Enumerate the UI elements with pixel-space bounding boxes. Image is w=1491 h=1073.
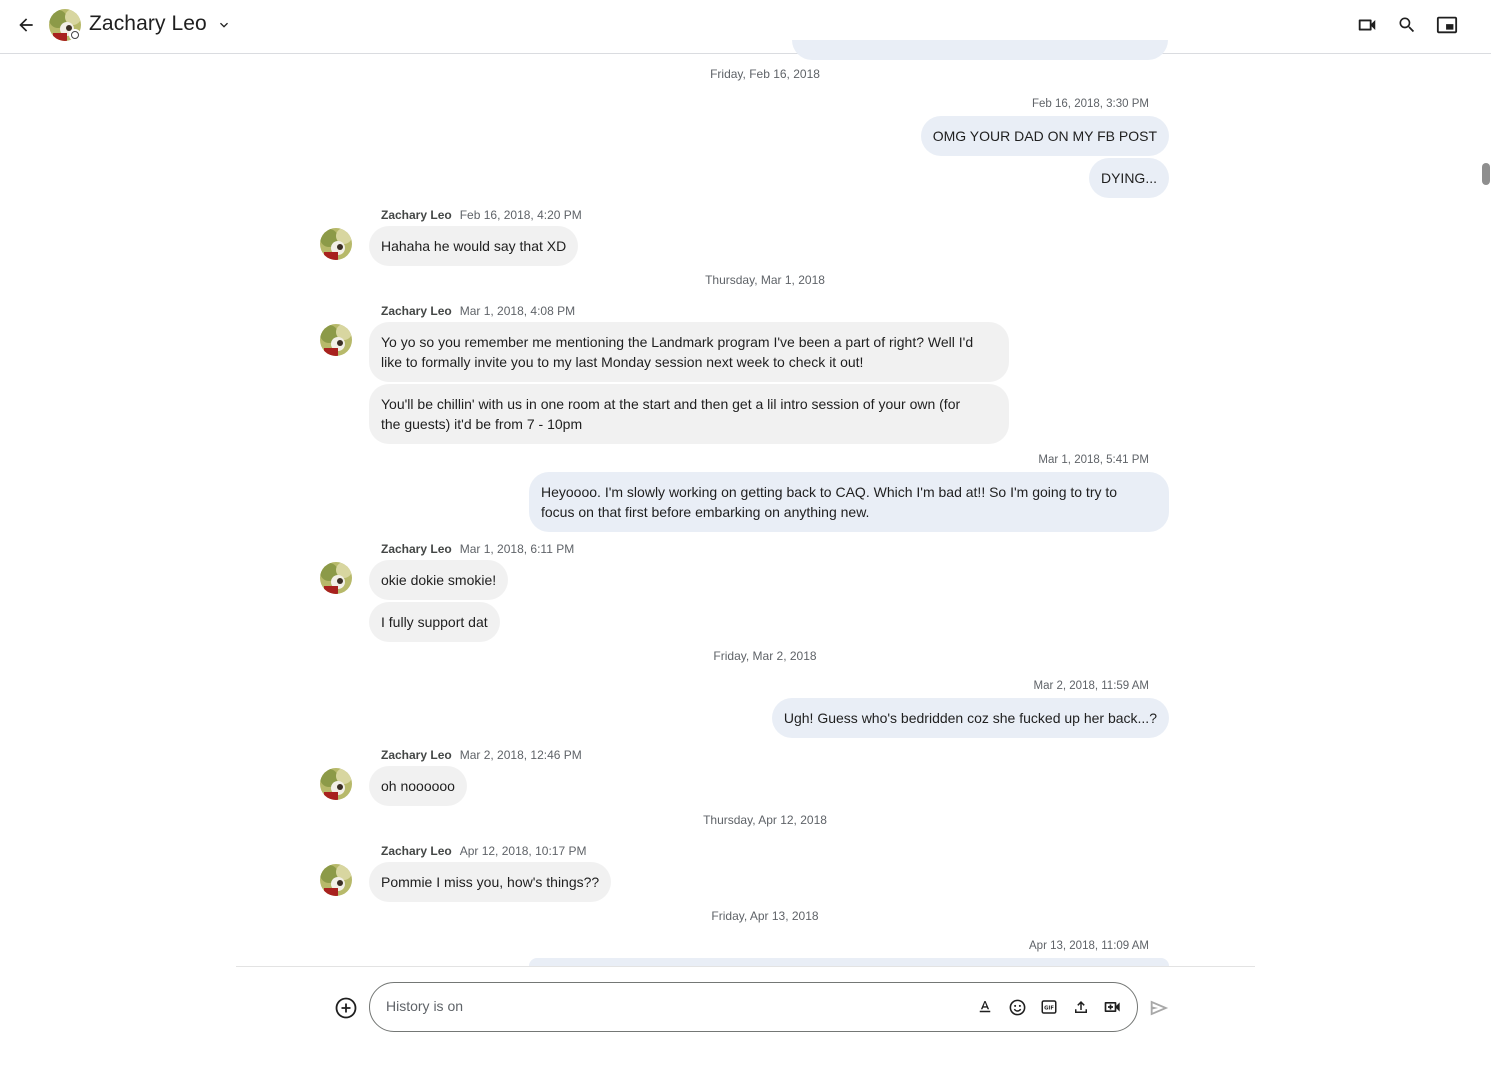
sender-name: Zachary Leo	[381, 304, 452, 318]
send-icon[interactable]	[1147, 996, 1171, 1020]
incoming-message[interactable]: You'll be chillin' with us in one room a…	[369, 384, 1009, 444]
sender-name: Zachary Leo	[381, 748, 452, 762]
upload-icon[interactable]	[1070, 996, 1092, 1018]
incoming-message[interactable]: Yo yo so you remember me mentioning the …	[369, 322, 1009, 382]
message-timestamp: Mar 1, 2018, 5:41 PM	[1038, 454, 1149, 466]
message-header: Zachary Leo Feb 16, 2018, 4:20 PM	[381, 208, 582, 222]
incoming-message[interactable]: Pommie I miss you, how's things??	[369, 862, 612, 902]
outgoing-message[interactable]: OMG YOUR DAD ON MY FB POST	[920, 116, 1169, 156]
contact-avatar[interactable]	[49, 9, 81, 41]
chevron-down-icon[interactable]	[216, 17, 232, 33]
contact-name[interactable]: Zachary Leo	[89, 12, 207, 36]
svg-text:GIF: GIF	[1044, 1005, 1054, 1011]
message-bubble-partial[interactable]	[792, 40, 1168, 60]
outgoing-message[interactable]: DYING...	[1088, 158, 1169, 198]
incoming-message[interactable]: I fully support dat	[369, 602, 500, 642]
message-composer[interactable]: History is on GIF	[369, 982, 1138, 1032]
message-header: Zachary Leo Mar 2, 2018, 12:46 PM	[381, 748, 582, 762]
message-timestamp: Apr 13, 2018, 11:09 AM	[1029, 940, 1149, 952]
incoming-message[interactable]: Hahaha he would say that XD	[369, 226, 579, 266]
message-timestamp: Feb 16, 2018, 3:30 PM	[1032, 98, 1149, 110]
date-separator: Friday, Apr 13, 2018	[711, 909, 819, 923]
text-format-icon[interactable]	[974, 996, 996, 1018]
incoming-message[interactable]: oh noooooo	[369, 766, 467, 806]
sender-avatar[interactable]	[320, 324, 352, 356]
date-separator: Friday, Feb 16, 2018	[710, 67, 820, 81]
video-meeting-icon[interactable]	[1102, 996, 1124, 1018]
message-bubble-partial[interactable]	[529, 958, 1169, 966]
message-header: Zachary Leo Mar 1, 2018, 6:11 PM	[381, 542, 574, 556]
sender-avatar[interactable]	[320, 864, 352, 896]
sender-avatar[interactable]	[320, 562, 352, 594]
date-separator: Thursday, Mar 1, 2018	[705, 273, 825, 287]
sender-avatar[interactable]	[320, 228, 352, 260]
sender-name: Zachary Leo	[381, 208, 452, 222]
message-timestamp: Apr 12, 2018, 10:17 PM	[459, 844, 587, 858]
date-separator: Friday, Mar 2, 2018	[713, 649, 817, 663]
message-timestamp: Mar 1, 2018, 4:08 PM	[459, 304, 576, 318]
scrollbar-thumb[interactable]	[1482, 163, 1490, 185]
add-circle-icon[interactable]	[334, 996, 358, 1020]
composer-divider	[236, 966, 1255, 967]
sender-avatar[interactable]	[320, 768, 352, 800]
message-timestamp: Feb 16, 2018, 4:20 PM	[459, 208, 582, 222]
message-header: Zachary Leo Mar 1, 2018, 4:08 PM	[381, 304, 575, 318]
outgoing-message[interactable]: Heyoooo. I'm slowly working on getting b…	[529, 472, 1169, 532]
message-timestamp: Mar 2, 2018, 11:59 AM	[1033, 680, 1150, 692]
sender-name: Zachary Leo	[381, 542, 452, 556]
gif-icon[interactable]: GIF	[1038, 996, 1060, 1018]
picture-in-picture-icon[interactable]	[1435, 13, 1459, 37]
emoji-icon[interactable]	[1006, 996, 1028, 1018]
message-timestamp: Mar 1, 2018, 6:11 PM	[459, 542, 575, 556]
message-header: Zachary Leo Apr 12, 2018, 10:17 PM	[381, 844, 586, 858]
outgoing-message[interactable]: Ugh! Guess who's bedridden coz she fucke…	[771, 698, 1169, 738]
search-icon[interactable]	[1395, 13, 1419, 37]
incoming-message[interactable]: okie dokie smokie!	[369, 560, 509, 600]
conversation-header: Zachary Leo	[0, 0, 1491, 54]
back-arrow-icon[interactable]	[12, 11, 40, 39]
sender-name: Zachary Leo	[381, 844, 452, 858]
date-separator: Thursday, Apr 12, 2018	[703, 813, 827, 827]
status-indicator	[69, 29, 81, 41]
video-call-icon[interactable]	[1355, 13, 1379, 37]
message-timestamp: Mar 2, 2018, 12:46 PM	[459, 748, 582, 762]
composer-input[interactable]: History is on	[386, 998, 463, 1014]
